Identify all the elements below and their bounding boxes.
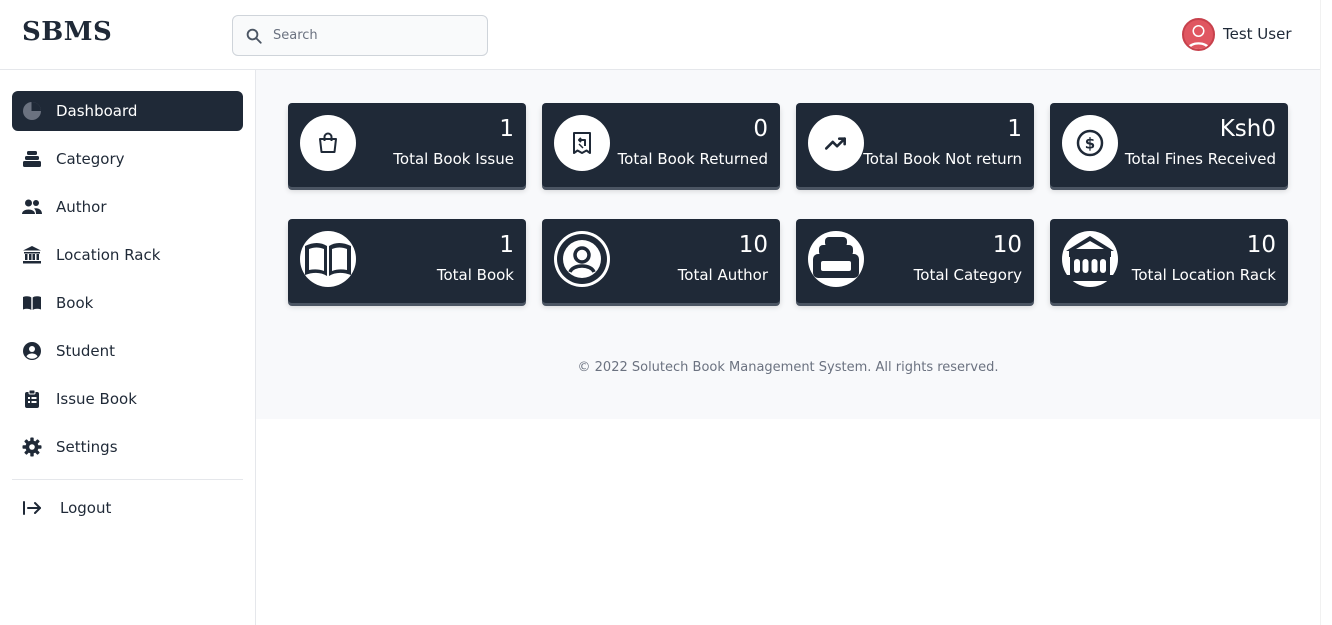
stat-label: Total Book Not return (863, 150, 1022, 168)
svg-text:$: $ (1085, 135, 1095, 153)
sidebar-item-label: Dashboard (56, 102, 138, 120)
sidebar-item-settings[interactable]: Settings (12, 427, 243, 467)
sidebar: Dashboard Category Author Location Rack … (0, 70, 256, 625)
footer-copyright: © 2022 Solutech Book Management System. … (577, 360, 999, 375)
user-avatar-icon (1187, 24, 1210, 49)
book-open-icon (300, 231, 356, 287)
stat-label: Total Category (913, 266, 1022, 284)
user-circle-icon (554, 231, 610, 287)
brand-logo[interactable]: SBMS (22, 17, 112, 47)
shopping-bag-icon (300, 115, 356, 171)
receipt-refund-icon (554, 115, 610, 171)
search-box[interactable] (232, 15, 488, 56)
stat-label: Total Book Issue (393, 150, 514, 168)
sidebar-item-label: Location Rack (56, 246, 161, 264)
page-edge (1320, 0, 1332, 625)
stat-label: Total Book (436, 266, 514, 284)
sidebar-item-category[interactable]: Category (12, 139, 243, 179)
stat-card-total-author[interactable]: 10 Total Author (542, 219, 780, 303)
stack-icon (808, 231, 864, 287)
search-icon (246, 28, 262, 44)
logout-button[interactable]: Logout (12, 488, 243, 528)
avatar[interactable] (1182, 17, 1215, 51)
stat-value: 10 (738, 232, 768, 258)
sidebar-item-label: Book (56, 294, 94, 312)
users-icon (22, 197, 42, 217)
stat-card-total-book[interactable]: 1 Total Book (288, 219, 526, 303)
stat-value: 10 (992, 232, 1022, 258)
stat-card-total-book-returned[interactable]: 0 Total Book Returned (542, 103, 780, 187)
user-circle-icon (22, 341, 42, 361)
logout-label: Logout (60, 499, 112, 517)
stat-label: Total Location Rack (1131, 266, 1276, 284)
book-open-icon (22, 293, 42, 313)
stat-value: 1 (499, 232, 514, 258)
search-input[interactable] (273, 16, 478, 55)
trending-up-icon (808, 115, 864, 171)
pie-chart-icon (22, 101, 42, 121)
stat-card-total-location-rack[interactable]: 10 Total Location Rack (1050, 219, 1288, 303)
stat-value: 0 (753, 116, 768, 142)
sidebar-item-author[interactable]: Author (12, 187, 243, 227)
sidebar-item-label: Student (56, 342, 116, 360)
stat-value: 1 (1007, 116, 1022, 142)
stat-label: Total Book Returned (617, 150, 768, 168)
sidebar-item-issue-book[interactable]: Issue Book (12, 379, 243, 419)
bank-icon (1062, 231, 1118, 287)
sidebar-item-label: Category (56, 150, 125, 168)
user-name[interactable]: Test User (1223, 25, 1292, 43)
stat-label: Total Fines Received (1124, 150, 1276, 168)
logout-icon (22, 498, 42, 518)
gear-icon (22, 437, 42, 457)
stat-card-total-book-issue[interactable]: 1 Total Book Issue (288, 103, 526, 187)
sidebar-item-dashboard[interactable]: Dashboard (12, 91, 243, 131)
stat-value: 1 (499, 116, 514, 142)
sidebar-divider (12, 479, 243, 480)
stat-card-total-category[interactable]: 10 Total Category (796, 219, 1034, 303)
sidebar-item-location-rack[interactable]: Location Rack (12, 235, 243, 275)
main-content: 1 Total Book Issue 0 Total Book Returned… (256, 70, 1320, 419)
user-menu[interactable]: Test User (1182, 17, 1292, 51)
stat-value: Ksh0 (1219, 116, 1276, 142)
stat-label: Total Author (677, 266, 768, 284)
sidebar-item-student[interactable]: Student (12, 331, 243, 371)
sidebar-item-label: Issue Book (56, 390, 137, 408)
sidebar-item-label: Settings (56, 438, 118, 456)
bank-icon (22, 245, 42, 265)
sidebar-item-label: Author (56, 198, 107, 216)
clipboard-list-icon (22, 389, 42, 409)
stack-icon (22, 149, 42, 169)
top-bar: SBMS Test User (0, 0, 1320, 70)
sidebar-item-book[interactable]: Book (12, 283, 243, 323)
stat-card-total-book-not-return[interactable]: 1 Total Book Not return (796, 103, 1034, 187)
stat-value: 10 (1246, 232, 1276, 258)
stat-card-total-fines-received[interactable]: $ Ksh0 Total Fines Received (1050, 103, 1288, 187)
dollar-circle-icon: $ (1062, 115, 1118, 171)
